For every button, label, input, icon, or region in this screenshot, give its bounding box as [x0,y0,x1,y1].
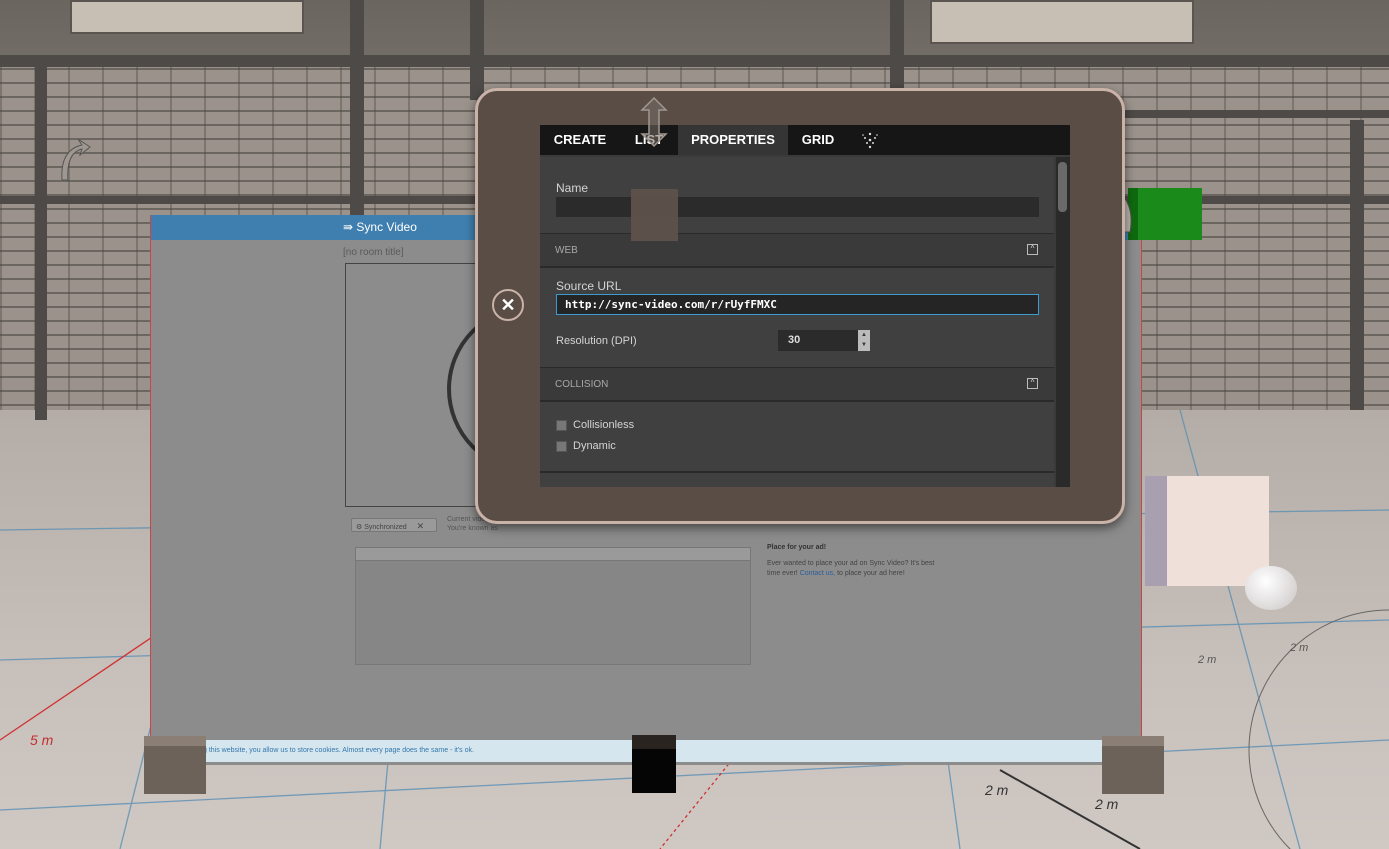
resolution-stepper[interactable]: ▲ ▼ [858,330,870,351]
white-cube[interactable] [1145,476,1269,586]
site-logo[interactable]: ⇛ Sync Video [343,220,417,234]
resolution-label: Resolution (DPI) [556,335,637,347]
contact-link[interactable]: Contact us, [800,570,835,577]
wall-rail [1120,110,1389,118]
ad-title: Place for your ad! [767,544,827,551]
sync-toggle[interactable]: ⚙ Synchronized ✕ [351,518,437,532]
black-cube[interactable] [632,735,676,793]
scrollbar-thumb[interactable] [1058,162,1067,212]
resolution-input[interactable]: 30 [778,330,858,351]
close-icon: ✕ [500,295,516,315]
chat-input[interactable] [356,548,750,561]
collisionless-checkbox[interactable] [556,420,567,431]
support-column [1350,120,1364,410]
resize-handle-cube[interactable] [144,736,206,794]
dynamic-label: Dynamic [573,440,616,452]
name-field[interactable] [556,197,1039,217]
collapse-icon[interactable]: ^ [1027,378,1038,389]
floor-label: 2 m [985,782,1009,798]
resize-handle-cube[interactable] [1102,736,1164,794]
support-column [350,0,364,220]
web-section-header[interactable]: WEB ^ [540,233,1054,268]
collision-section-header[interactable]: COLLISION ^ [540,367,1054,402]
ad-text: Ever wanted to place your ad on Sync Vid… [767,560,935,577]
tab-create[interactable]: CREATE [540,125,620,155]
support-column [890,0,904,92]
move-vertical-handle-icon[interactable] [640,96,668,148]
divider [540,471,1054,473]
roof-beam [0,55,1389,67]
grab-handle-cube[interactable] [631,189,678,241]
collisionless-label: Collisionless [573,419,635,431]
floor-label: 2 m [1095,796,1119,812]
close-tablet-button[interactable]: ✕ [492,289,524,321]
ceiling-skylight [70,0,304,34]
tab-properties[interactable]: PROPERTIES [678,125,788,155]
name-label: Name [556,181,589,195]
source-url-input[interactable]: http://sync-video.com/r/rUyfFMXC [556,294,1039,315]
collapse-icon[interactable]: ^ [1027,244,1038,255]
chat-box[interactable] [355,547,751,665]
sphere[interactable] [1245,566,1297,610]
room-title: [no room title] [343,247,404,258]
tab-grid[interactable]: GRID [788,125,848,155]
rotate-handle-icon[interactable] [52,135,92,185]
support-column [35,60,47,420]
particle-icon[interactable] [852,125,888,155]
dynamic-checkbox[interactable] [556,441,567,452]
source-url-label: Source URL [556,279,622,293]
tab-bar: CREATE LIST PROPERTIES GRID [540,125,1070,155]
floor-label: 5 m [30,732,54,748]
tablet-screen: CREATE LIST PROPERTIES GRID Name WEB ^ S… [540,125,1070,487]
floor-label: 2 m [1290,642,1309,654]
close-icon[interactable]: ✕ [417,521,425,531]
support-column [470,0,484,100]
floor-label: 2 m [1198,654,1217,666]
properties-panel: Name WEB ^ Source URL http://sync-video.… [540,157,1054,487]
ceiling-skylight [930,0,1194,44]
particles-tab-icon [862,132,878,149]
